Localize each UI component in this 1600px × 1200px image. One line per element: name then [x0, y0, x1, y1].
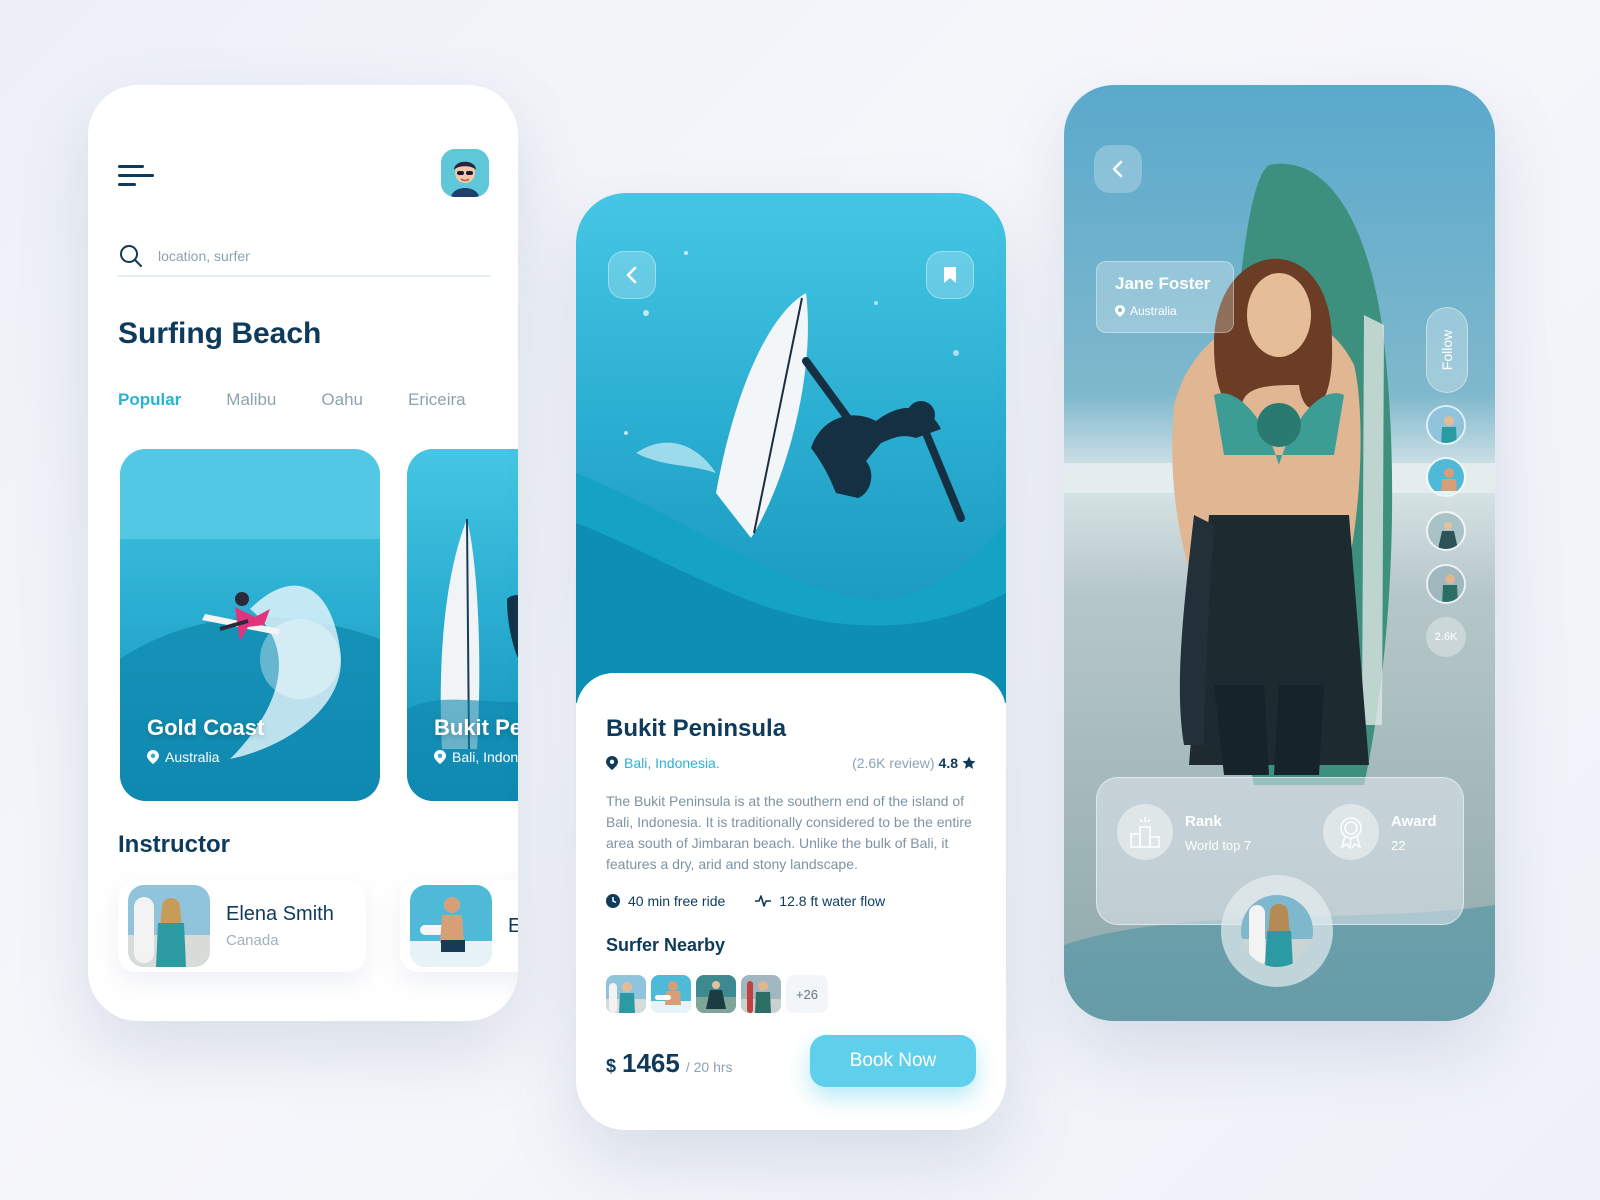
follower-avatar[interactable] [1426, 457, 1466, 497]
card-title: Bukit Peninsula [434, 715, 518, 740]
search-icon [120, 245, 142, 267]
nearby-surfer-avatar[interactable] [741, 975, 781, 1013]
home-screen: Surfing Beach Popular Malibu Oahu Ericei… [88, 85, 518, 1021]
instructor-card[interactable]: Elena Smith Canada [118, 880, 366, 972]
bookmark-icon [944, 267, 956, 283]
section-title: Surfing Beach [118, 317, 322, 350]
instructor-photo [410, 885, 492, 967]
card-location: Bali, Indonesia [434, 749, 518, 765]
location-pin-icon [1115, 305, 1125, 317]
follower-avatar[interactable] [1426, 564, 1466, 604]
review-count: (2.6K review) [852, 755, 935, 771]
nearby-surfers: +26 [606, 975, 828, 1013]
instructor-card[interactable]: E [400, 880, 518, 972]
rank-title: Rank [1185, 813, 1222, 830]
price-block: $ 1465 / 20 hrs [606, 1048, 733, 1079]
card-location: Australia [147, 749, 219, 765]
tab-oahu[interactable]: Oahu [321, 390, 363, 410]
profile-avatar-ring [1221, 875, 1333, 987]
price-duration: / 20 hrs [685, 1059, 733, 1075]
beach-card[interactable]: Bukit Peninsula Bali, Indonesia [407, 449, 518, 801]
award-ribbon-icon [1340, 817, 1362, 849]
spot-title: Bukit Peninsula [606, 715, 787, 742]
pulse-icon [755, 895, 772, 907]
follow-button[interactable]: Follow [1426, 307, 1468, 393]
back-arrow-icon [1112, 160, 1123, 178]
follow-label: Follow [1439, 329, 1455, 371]
profile-location-label: Australia [1130, 304, 1177, 318]
award-value: 22 [1391, 838, 1406, 853]
instructor-photo [128, 885, 210, 967]
card-title: Gold Coast [147, 715, 265, 740]
tab-ericeira[interactable]: Ericeira [408, 390, 466, 410]
profile-screen: Jane Foster Australia Follow 2.6K Rank W… [1064, 85, 1495, 1021]
feature-ride: 40 min free ride [606, 893, 725, 909]
tab-malibu[interactable]: Malibu [226, 390, 276, 410]
price-currency: $ [606, 1056, 617, 1076]
profile-location: Australia [1115, 304, 1177, 318]
spot-features: 40 min free ride 12.8 ft water flow [606, 893, 885, 909]
tab-popular[interactable]: Popular [118, 390, 181, 410]
nearby-surfer-avatar[interactable] [606, 975, 646, 1013]
rating-value: 4.8 [938, 755, 958, 771]
profile-name-tag: Jane Foster Australia [1096, 261, 1234, 333]
nearby-more[interactable]: +26 [786, 975, 828, 1013]
nearby-title: Surfer Nearby [606, 935, 726, 955]
book-now-button[interactable]: Book Now [810, 1035, 976, 1087]
instructor-name: Elena Smith [226, 903, 334, 925]
search-input[interactable] [158, 248, 458, 264]
menu-icon[interactable] [118, 165, 158, 187]
rank-value: World top 7 [1185, 838, 1252, 853]
card-location-label: Australia [165, 749, 220, 765]
back-button[interactable] [1094, 145, 1142, 193]
card-location-label: Bali, Indonesia [452, 749, 518, 765]
back-button[interactable] [608, 251, 656, 299]
beach-tabs: Popular Malibu Oahu Ericeira [118, 390, 466, 410]
spot-location: Bali, Indonesia. [606, 755, 720, 771]
clock-icon [606, 894, 620, 908]
instructor-title: Instructor [118, 831, 231, 858]
feature-ride-label: 40 min free ride [628, 893, 726, 909]
user-avatar[interactable] [441, 149, 489, 197]
rank-podium-icon [1130, 817, 1160, 848]
profile-avatar[interactable] [1241, 895, 1313, 967]
instructor-country: Canada [226, 932, 279, 949]
detail-sheet: Bukit Peninsula Bali, Indonesia. (2.6K r… [576, 673, 1006, 1130]
spot-location-label: Bali, Indonesia. [624, 755, 720, 771]
instructor-name: E [508, 914, 518, 937]
detail-screen: Bukit Peninsula Bali, Indonesia. (2.6K r… [576, 193, 1006, 1130]
beach-card[interactable]: Gold Coast Australia [120, 449, 380, 801]
nearby-surfer-avatar[interactable] [651, 975, 691, 1013]
spot-description: The Bukit Peninsula is at the southern e… [606, 793, 972, 872]
price-amount: 1465 [622, 1048, 680, 1078]
rating-block: (2.6K review) 4.8 [852, 755, 976, 771]
bookmark-button[interactable] [926, 251, 974, 299]
award-title: Award [1391, 813, 1437, 830]
follower-avatar[interactable] [1426, 511, 1466, 551]
followers-count[interactable]: 2.6K [1426, 617, 1466, 657]
search-bar [118, 237, 490, 277]
rank-badge [1117, 804, 1173, 860]
award-badge [1323, 804, 1379, 860]
star-icon [962, 756, 976, 769]
location-pin-icon [606, 756, 618, 770]
back-arrow-icon [626, 266, 637, 284]
nearby-surfer-avatar[interactable] [696, 975, 736, 1013]
location-pin-icon [434, 750, 446, 764]
feature-flow-label: 12.8 ft water flow [779, 893, 886, 909]
follower-avatar[interactable] [1426, 405, 1466, 445]
feature-flow: 12.8 ft water flow [755, 893, 885, 909]
profile-name: Jane Foster [1115, 274, 1211, 293]
location-pin-icon [147, 750, 159, 764]
